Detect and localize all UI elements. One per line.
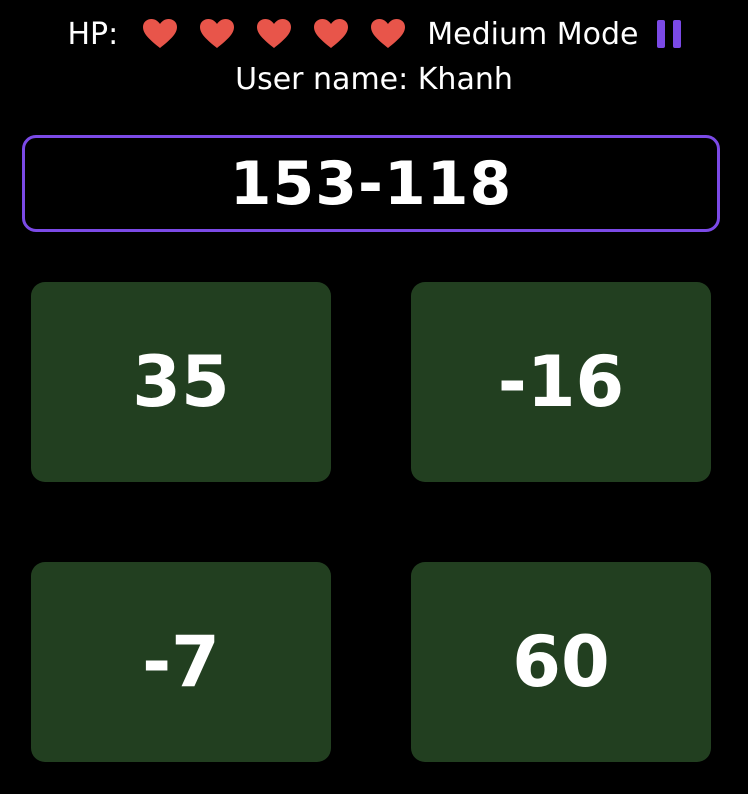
heart-icon xyxy=(256,18,292,50)
difficulty-mode-label: Medium Mode xyxy=(427,16,639,52)
answer-button[interactable]: 60 xyxy=(411,562,711,762)
hp-label: HP: xyxy=(67,16,119,52)
answer-button[interactable]: -7 xyxy=(31,562,331,762)
heart-icon xyxy=(142,18,178,50)
answer-value: 60 xyxy=(512,621,610,703)
answer-button[interactable]: -16 xyxy=(411,282,711,482)
answer-button[interactable]: 35 xyxy=(31,282,331,482)
hp-hearts xyxy=(142,18,427,50)
pause-button[interactable] xyxy=(656,20,681,48)
answer-value: -7 xyxy=(142,621,220,703)
question-expression: 153-118 xyxy=(229,148,513,219)
status-bar: HP: Medium Mode xyxy=(0,10,748,58)
pause-icon xyxy=(672,20,681,48)
answer-value: 35 xyxy=(132,341,230,423)
heart-icon xyxy=(370,18,406,50)
heart-icon xyxy=(199,18,235,50)
heart-icon xyxy=(313,18,349,50)
game-screen: HP: Medium Mode User name: Khanh 153-118… xyxy=(0,0,748,794)
answer-value: -16 xyxy=(497,341,625,423)
pause-icon xyxy=(656,20,665,48)
user-name-label: User name: Khanh xyxy=(235,62,513,97)
question-display: 153-118 xyxy=(22,135,720,232)
